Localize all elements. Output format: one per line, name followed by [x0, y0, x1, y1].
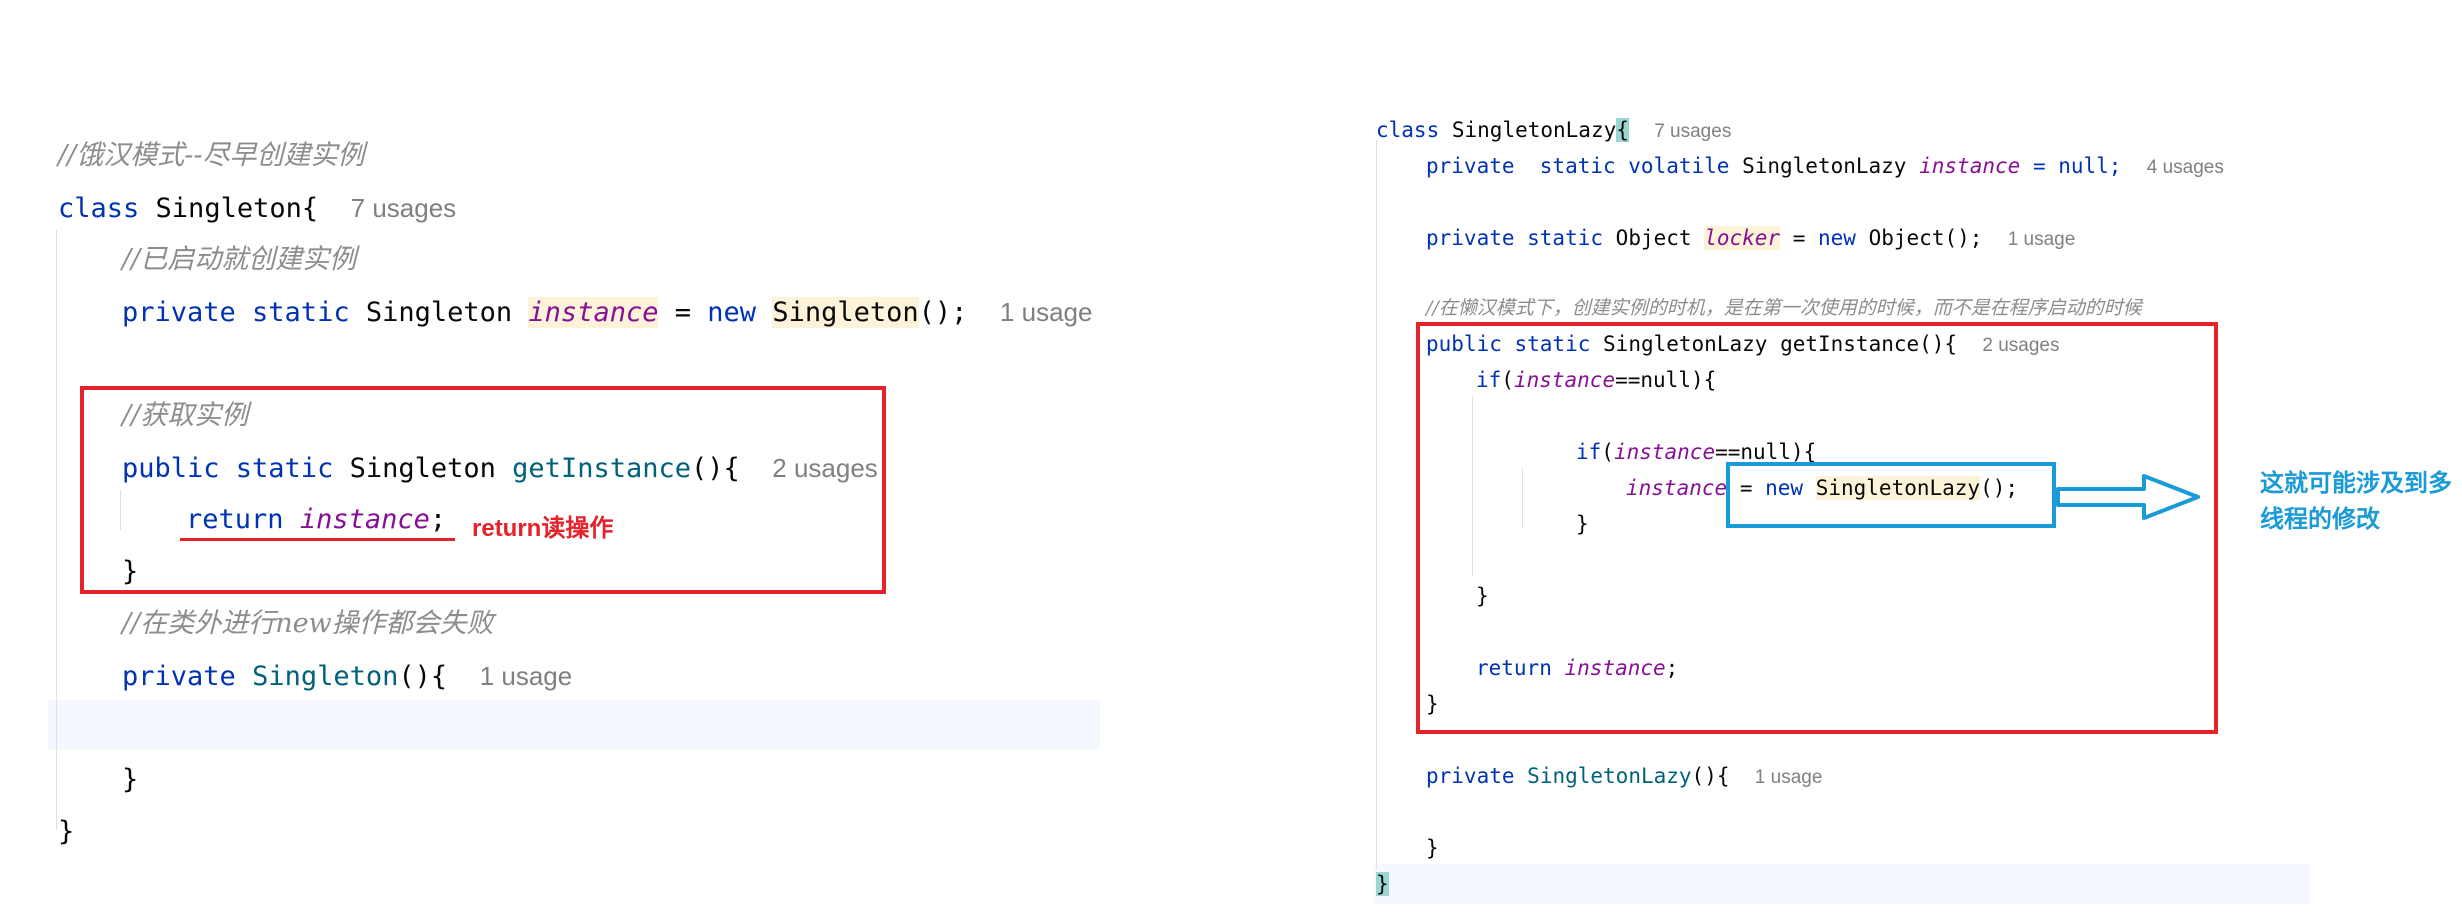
comment: //在类外进行new操作都会失败 [122, 608, 494, 639]
constructor-call[interactable]: Singleton [772, 297, 919, 328]
keyword: private static [122, 297, 350, 328]
usages-hint[interactable]: 1 usage [480, 661, 573, 691]
code-line-class-decl: class Singleton{ 7 usages [0, 188, 1100, 228]
class-name[interactable]: Singleton [156, 193, 302, 224]
usages-hint[interactable]: 1 usage [1000, 297, 1093, 327]
keyword: private [122, 661, 236, 692]
annotation-line2: 线程的修改 [2260, 506, 2380, 533]
initializer: Object(); [1868, 226, 1983, 250]
brace: } [122, 764, 139, 795]
keyword: new [1818, 226, 1856, 250]
code-line-comment-outside: //在类外进行new操作都会失败 [0, 604, 1100, 644]
code-line-class-close: } [1360, 866, 2462, 902]
operator: = [674, 297, 691, 328]
code-line-comment-startup: //已启动就创建实例 [0, 240, 1100, 280]
annotation-multithread: 这就可能涉及到多 线程的修改 [2260, 466, 2462, 538]
annotation-line1: 这就可能涉及到多 [2260, 470, 2452, 497]
usages-hint[interactable]: 1 usage [2008, 229, 2076, 250]
highlight-box-assignment [1726, 462, 2056, 528]
type-name[interactable]: Object [1616, 226, 1692, 250]
left-code-panel: //饿汉模式--尽早创建实例 class Singleton{ 7 usages… [0, 0, 1100, 912]
constructor-name[interactable]: Singleton [252, 661, 398, 692]
usages-hint[interactable]: 4 usages [2147, 157, 2224, 178]
keyword: class [58, 193, 140, 224]
code-line-comment-title: //饿汉模式--尽早创建实例 [0, 136, 1100, 176]
brace: { [301, 193, 319, 224]
code-line-ctor-close: } [0, 760, 1100, 800]
code-line-comment-lazy: //在懒汉模式下，创建实例的时机，是在第一次使用的时候，而不是在程序启动的时候 [1360, 290, 2462, 326]
constructor-name[interactable]: SingletonLazy [1527, 764, 1691, 788]
highlight-box-getinstance [1416, 322, 2218, 734]
brace: { [1616, 118, 1629, 142]
code-line-class-close: } [0, 812, 1100, 852]
code-line-ctor-decl: private SingletonLazy(){ 1 usage [1360, 758, 2462, 794]
annotation-return-read: return读操作 [472, 515, 614, 542]
usages-hint[interactable]: 7 usages [351, 193, 457, 223]
type-name[interactable]: SingletonLazy [1742, 154, 1906, 178]
usages-hint[interactable]: 7 usages [1654, 121, 1731, 142]
brace: } [58, 816, 75, 847]
code-line-field-locker: private static Object locker = new Objec… [1360, 220, 2462, 256]
comment: //饿汉模式--尽早创建实例 [58, 140, 365, 171]
keyword: class [1376, 118, 1440, 142]
field-instance[interactable]: instance [1919, 154, 2020, 178]
code-line-class-decl: class SingletonLazy{ 7 usages [1360, 112, 2462, 148]
code-line-ctor-close: } [1360, 830, 2462, 866]
arrow-icon [2056, 474, 2200, 520]
type-name[interactable]: Singleton [366, 297, 512, 328]
keyword: private [1426, 764, 1515, 788]
code-line-ctor-decl: private Singleton(){ 1 usage [0, 656, 1100, 696]
comment: //已启动就创建实例 [122, 244, 357, 275]
brace: } [1426, 836, 1439, 860]
highlight-box-getinstance [80, 386, 886, 594]
punct: (){ [398, 661, 448, 692]
keyword: new [707, 297, 757, 328]
keyword: private static volatile [1426, 154, 1730, 178]
class-name[interactable]: SingletonLazy [1452, 118, 1616, 142]
comment: //在懒汉模式下，创建实例的时机，是在第一次使用的时候，而不是在程序启动的时候 [1426, 297, 2142, 319]
punct: (){ [1691, 764, 1730, 788]
field-locker[interactable]: locker [1704, 226, 1781, 250]
code-line-field-instance: private static volatile SingletonLazy in… [1360, 148, 2462, 184]
operator: = [1792, 226, 1806, 250]
keyword: private static [1426, 226, 1604, 250]
initializer: = null; [2032, 154, 2122, 178]
punct: (); [918, 297, 968, 328]
code-line-field-decl: private static Singleton instance = new … [0, 292, 1100, 332]
brace: } [1376, 872, 1389, 896]
usages-hint[interactable]: 1 usage [1755, 767, 1823, 788]
return-underline [180, 538, 455, 541]
right-code-panel: class SingletonLazy{ 7 usages private st… [1360, 0, 2462, 912]
field-instance[interactable]: instance [528, 297, 659, 328]
current-line-highlight [48, 700, 1100, 750]
